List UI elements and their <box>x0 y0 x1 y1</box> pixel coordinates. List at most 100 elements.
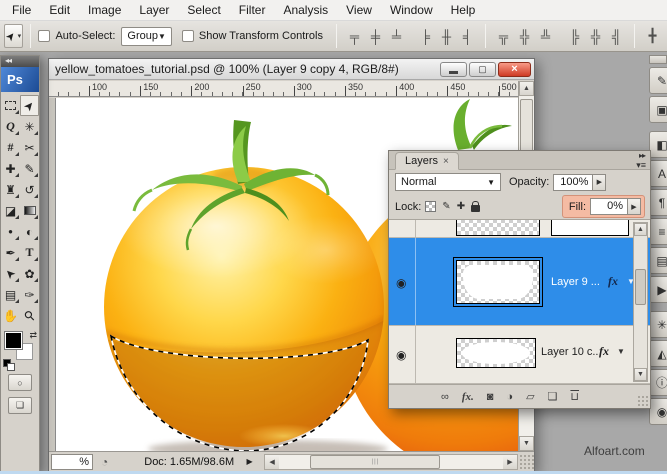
path-selection-tool[interactable]: ➤ <box>1 263 20 284</box>
fill-field[interactable]: 0% <box>590 198 628 215</box>
distribute-right-edges-button[interactable]: ╣ <box>606 26 627 46</box>
layer-fx-badge[interactable]: fx <box>599 344 609 359</box>
layer-style-icon[interactable]: fx. <box>462 391 474 403</box>
type-tool[interactable]: T <box>20 242 39 263</box>
scroll-left-icon[interactable]: ◀ <box>265 454 280 469</box>
scroll-down-icon[interactable]: ▼ <box>634 368 647 381</box>
horizontal-scroll-track[interactable]: ||| <box>279 454 503 469</box>
panel-resize-grip[interactable] <box>637 395 649 407</box>
custom-shape-tool[interactable]: ✿ <box>20 263 39 284</box>
quick-mask-button[interactable]: ○ <box>8 374 32 391</box>
close-button[interactable]: × <box>498 61 531 77</box>
menu-edit[interactable]: Edit <box>40 0 79 20</box>
pen-tool[interactable]: ✒ <box>1 242 20 263</box>
layer-row-partial[interactable] <box>389 220 650 238</box>
histogram-panel-icon[interactable]: ◭ <box>649 340 667 367</box>
menu-view[interactable]: View <box>337 0 381 20</box>
layers-scroll-thumb[interactable] <box>635 269 646 305</box>
notes-tool[interactable]: ▤ <box>1 284 20 305</box>
menu-layer[interactable]: Layer <box>130 0 178 20</box>
auto-align-layers-button[interactable]: ╋ <box>642 26 663 46</box>
actions-panel-icon[interactable]: ▶ <box>649 276 667 303</box>
lock-position-icon[interactable]: ✚ <box>457 201 465 212</box>
dock-grip[interactable] <box>649 55 667 64</box>
screen-mode-button[interactable]: ❏ <box>8 397 32 414</box>
new-group-icon[interactable]: ▱ <box>526 390 534 403</box>
layers-scrollbar[interactable]: ▲ ▼ <box>633 222 648 382</box>
scroll-down-icon[interactable]: ▼ <box>519 436 534 451</box>
layer-row[interactable]: ◉ Layer 10 c... fx ▼ <box>389 326 650 384</box>
link-layers-icon[interactable]: ∞ <box>441 391 449 403</box>
menu-filter[interactable]: Filter <box>230 0 275 20</box>
dodge-tool[interactable]: ◐ <box>20 221 39 242</box>
collapse-panel-icon[interactable]: ▸▸ <box>639 151 646 160</box>
layer-name[interactable]: Layer 9 ... <box>551 276 600 288</box>
magic-wand-tool[interactable]: ✳ <box>20 116 39 137</box>
distribute-top-edges-button[interactable]: ╦ <box>493 26 514 46</box>
align-right-edges-button[interactable]: ╡ <box>457 26 478 46</box>
panel-menu-icon[interactable]: ▾≡ <box>636 160 646 171</box>
menu-analysis[interactable]: Analysis <box>274 0 337 20</box>
layer-mask-thumbnail[interactable] <box>551 220 629 236</box>
align-horizontal-centers-button[interactable]: ╫ <box>436 26 457 46</box>
clone-stamp-tool[interactable]: ♜ <box>1 179 20 200</box>
tool-preset-picker[interactable]: ➤ ▾ <box>4 24 24 48</box>
healing-brush-tool[interactable]: ✚ <box>1 158 20 179</box>
menu-file[interactable]: File <box>3 0 40 20</box>
distribute-bottom-edges-button[interactable]: ╩ <box>535 26 556 46</box>
status-options-icon[interactable]: ▶ <box>243 454 256 470</box>
menu-window[interactable]: Window <box>381 0 442 20</box>
layer-thumbnail[interactable] <box>453 257 543 307</box>
align-left-edges-button[interactable]: ╞ <box>415 26 436 46</box>
blend-mode-select[interactable]: Normal ▼ <box>395 173 501 191</box>
navigator-panel-icon[interactable]: ✳ <box>649 311 667 338</box>
channels-panel-icon[interactable]: ▤ <box>649 247 667 274</box>
toolbox-collapse-bar[interactable]: ◂◂ <box>1 56 39 67</box>
default-colors-icon[interactable] <box>3 359 15 371</box>
delete-layer-icon[interactable]: ⊔ <box>570 390 579 403</box>
visibility-eye-icon[interactable]: ◉ <box>396 276 406 290</box>
fill-slider-icon[interactable]: ▶ <box>628 198 641 215</box>
align-top-edges-button[interactable]: ╤ <box>344 26 365 46</box>
scroll-right-icon[interactable]: ▶ <box>503 454 517 469</box>
color-panel-icon[interactable]: ◉ <box>649 398 667 425</box>
show-transform-controls-checkbox[interactable] <box>181 30 194 42</box>
slice-tool[interactable]: ✂ <box>20 137 39 158</box>
paragraph-panel-icon[interactable]: ¶ <box>649 189 667 216</box>
lock-pixels-icon[interactable]: ✎ <box>442 201 450 212</box>
tab-layers[interactable]: Layers × <box>395 152 459 170</box>
lock-all-icon[interactable] <box>471 201 481 212</box>
document-title-bar[interactable]: yellow_tomatoes_tutorial.psd @ 100% (Lay… <box>49 59 534 80</box>
foreground-color-swatch[interactable] <box>4 331 23 350</box>
eyedropper-tool[interactable]: ✑ <box>20 284 39 305</box>
new-layer-icon[interactable]: ❏ <box>548 390 558 403</box>
maximize-button[interactable]: ▢ <box>469 61 496 77</box>
scroll-up-icon[interactable]: ▲ <box>519 81 534 96</box>
layer-mask-icon[interactable]: ◙ <box>487 391 494 403</box>
menu-image[interactable]: Image <box>79 0 130 20</box>
brushes-panel-icon[interactable]: ✎ <box>649 67 667 94</box>
layer-thumbnail[interactable] <box>456 220 540 236</box>
menu-help[interactable]: Help <box>442 0 485 20</box>
scroll-up-icon[interactable]: ▲ <box>634 223 647 236</box>
swatches-panel-icon[interactable]: ◧ <box>649 131 667 158</box>
layer-comps-panel-icon[interactable]: ≡ <box>649 218 667 245</box>
fx-collapse-icon[interactable]: ▼ <box>617 347 625 356</box>
menu-select[interactable]: Select <box>178 0 229 20</box>
distribute-left-edges-button[interactable]: ╠ <box>564 26 585 46</box>
distribute-horizontal-centers-button[interactable]: ╬ <box>585 26 606 46</box>
layer-row-selected[interactable]: ◉ Layer 9 ... fx ▼ <box>389 238 650 326</box>
distribute-vertical-centers-button[interactable]: ╬ <box>514 26 535 46</box>
auto-select-target-select[interactable]: Group ▼ <box>121 26 172 46</box>
opacity-field[interactable]: 100% <box>553 173 594 191</box>
crop-tool[interactable]: # <box>1 137 20 158</box>
window-resize-grip[interactable] <box>518 452 534 471</box>
opacity-slider-icon[interactable]: ▶ <box>593 173 607 191</box>
layer-fx-badge[interactable]: fx <box>608 274 618 289</box>
eraser-tool[interactable]: ◪ <box>1 200 20 221</box>
align-bottom-edges-button[interactable]: ╧ <box>386 26 407 46</box>
blur-tool[interactable]: ● <box>1 221 20 242</box>
info-panel-icon[interactable]: ⓘ <box>649 369 667 396</box>
zoom-level-field[interactable]: % <box>51 453 93 470</box>
zoom-tool[interactable]: ⚲ <box>20 305 39 326</box>
